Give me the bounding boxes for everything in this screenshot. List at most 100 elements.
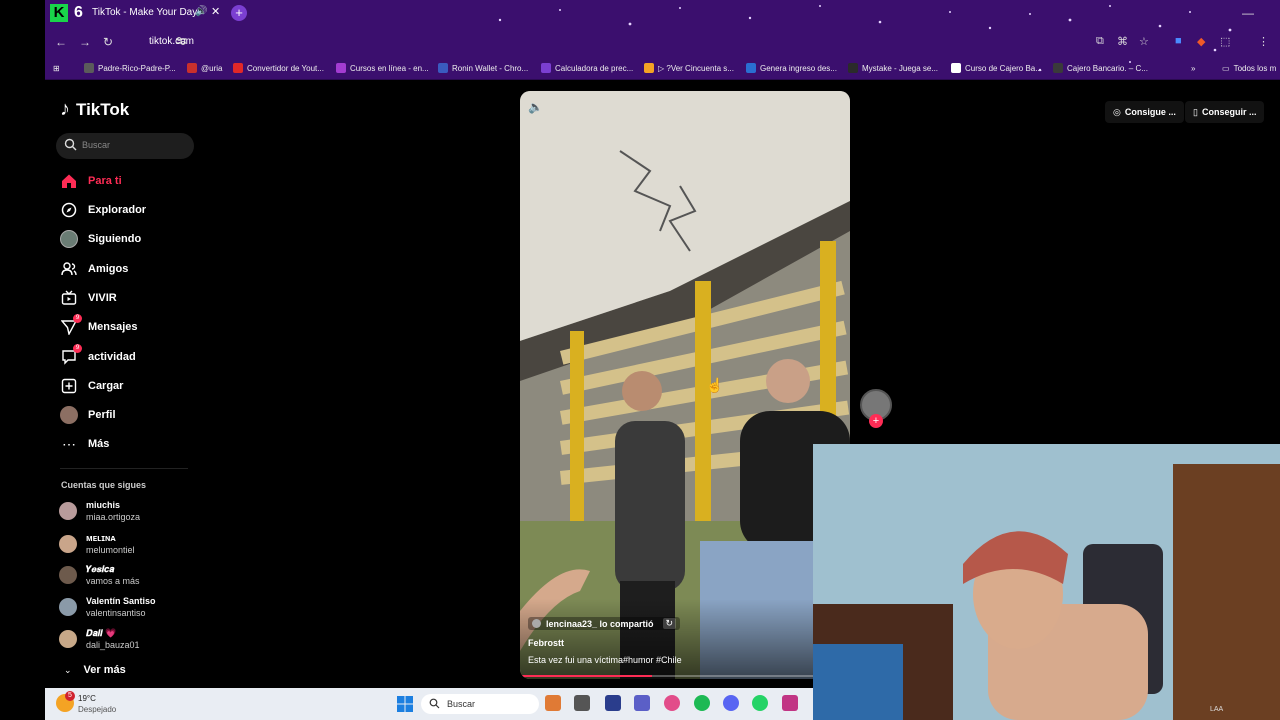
- windows-start-icon[interactable]: [397, 696, 413, 712]
- nav-perfil[interactable]: Perfil: [60, 405, 116, 425]
- bookmark-item[interactable]: Mystake - Juega se...: [848, 61, 938, 75]
- nav-vivir[interactable]: VIVIR: [60, 288, 117, 308]
- send-icon: 9: [60, 314, 82, 336]
- bookmark-favicon-icon: [541, 63, 551, 73]
- avatar: [59, 535, 77, 553]
- account-name: ᴍᴇʟɪɴᴀ: [86, 533, 116, 543]
- video-progress-bar[interactable]: [520, 675, 850, 677]
- volume-icon[interactable]: 🔈: [528, 100, 543, 114]
- instagram-icon[interactable]: [782, 695, 798, 711]
- vscode-icon[interactable]: [605, 695, 621, 711]
- spotify-icon[interactable]: [694, 695, 710, 711]
- kick-tab-icon[interactable]: K: [50, 4, 68, 22]
- notification-badge: 9: [73, 314, 82, 323]
- get-coins-button[interactable]: ◎ Consigue ...: [1105, 101, 1184, 123]
- nav-label: Mensajes: [88, 321, 138, 333]
- nav-cargar[interactable]: Cargar: [60, 376, 123, 396]
- bookmark-label: Cursos en línea - en...: [350, 63, 429, 73]
- nav-explorador[interactable]: Explorador: [60, 200, 146, 220]
- bookmark-favicon-icon: [336, 63, 346, 73]
- get-app-button[interactable]: ▯ Conseguir ...: [1185, 101, 1265, 123]
- search-placeholder: Buscar: [82, 140, 111, 150]
- top-button-label: Conseguir ...: [1201, 107, 1257, 117]
- avatar: [59, 566, 77, 584]
- window-minimize-icon[interactable]: —: [1242, 6, 1254, 20]
- bookmark-item[interactable]: Calculadora de prec...: [541, 61, 633, 75]
- bookmark-star-icon[interactable]: ☆: [1139, 35, 1149, 48]
- hand-cursor-icon: ☝: [706, 377, 724, 393]
- install-app-icon[interactable]: ⧉: [1096, 35, 1104, 48]
- six-tab-icon[interactable]: 6: [74, 4, 88, 22]
- tab-sound-icon[interactable]: 🔊: [195, 6, 207, 17]
- nav-mas[interactable]: ⋯ Más: [60, 434, 109, 454]
- teams-icon[interactable]: [634, 695, 650, 711]
- bookmark-item[interactable]: Curso de Cajero Ba...: [951, 61, 1042, 75]
- tab-tiktok[interactable]: TikTok - Make Your Day 🔊 ✕: [88, 3, 226, 25]
- copilot-icon[interactable]: [664, 695, 680, 711]
- live-tv-icon: [60, 289, 78, 307]
- extensions-puzzle-icon[interactable]: ⬚: [1220, 35, 1230, 48]
- bookmark-item[interactable]: Ronin Wallet - Chro...: [438, 61, 528, 75]
- chevron-down-icon: ⌄: [64, 664, 72, 675]
- whatsapp-icon[interactable]: [752, 695, 768, 711]
- following-avatar-icon: [60, 230, 78, 248]
- bookmark-item[interactable]: Cajero Bancario. – C...: [1053, 61, 1148, 75]
- extension-icon[interactable]: ■: [1175, 35, 1182, 47]
- bookmark-item[interactable]: ▷ ?Ver Cincuenta s...: [644, 61, 734, 75]
- search-input[interactable]: Buscar: [56, 133, 194, 159]
- bookmark-item[interactable]: Cursos en línea - en...: [336, 61, 429, 75]
- bookmark-favicon-icon: [233, 63, 243, 73]
- apps-grid-icon[interactable]: ⊞: [53, 61, 60, 75]
- task-view-icon[interactable]: [574, 695, 590, 711]
- bookmarks-overflow-icon[interactable]: »: [1191, 61, 1195, 75]
- account-username: valentinsantiso: [86, 608, 146, 618]
- bookmark-item[interactable]: Genera ingreso des...: [746, 61, 837, 75]
- account-username: vamos a más: [86, 576, 140, 586]
- follow-plus-icon[interactable]: +: [869, 414, 883, 428]
- bookmark-item[interactable]: Padre-Rico-Padre-P...: [84, 61, 176, 75]
- screen: K 6 TikTok - Make Your Day 🔊 ✕ + — ← → ↻…: [0, 0, 1280, 720]
- extension-icon[interactable]: ◆: [1197, 35, 1205, 48]
- nav-label: Siguiendo: [88, 233, 142, 245]
- friends-icon: [60, 260, 78, 278]
- discord-icon[interactable]: [723, 695, 739, 711]
- nav-mensajes[interactable]: 9 Mensajes: [60, 314, 138, 337]
- repost-tag[interactable]: lencinaa23_ lo compartió ↻: [528, 617, 681, 630]
- profile-avatar-icon: [60, 406, 78, 424]
- compass-icon: [60, 201, 78, 219]
- video-player[interactable]: 🔈 lencinaa23_ lo compartió ↻ Febrostt Es…: [520, 91, 850, 679]
- weather-temp: 19°C: [78, 694, 96, 703]
- account-username: miaa.ortigoza: [86, 512, 141, 522]
- see-more-button[interactable]: ⌄ Ver más: [64, 664, 126, 676]
- avatar: [59, 502, 77, 520]
- language-indicator[interactable]: LAA: [1210, 706, 1223, 713]
- nav-para-ti[interactable]: Para ti: [60, 171, 122, 191]
- video-frame: [520, 91, 850, 679]
- taskbar-search[interactable]: Buscar: [421, 694, 539, 714]
- bookmark-label: Mystake - Juega se...: [862, 63, 939, 73]
- bookmark-item[interactable]: @uria: [187, 61, 222, 75]
- new-tab-button[interactable]: +: [231, 5, 247, 21]
- forward-icon[interactable]: →: [79, 35, 91, 49]
- address-bar[interactable]: tiktok.com: [149, 36, 194, 47]
- translate-icon[interactable]: ⌘: [1117, 35, 1128, 48]
- nav-label: Para ti: [88, 175, 122, 187]
- nav-siguiendo[interactable]: Siguiendo: [60, 229, 141, 249]
- browser-toolbar: ← → ↻: [45, 28, 1280, 56]
- nav-amigos[interactable]: Amigos: [60, 259, 128, 279]
- nav-actividad[interactable]: 9 actividad: [60, 344, 136, 367]
- bookmark-label: ▷ ?Ver Cincuenta s...: [658, 63, 734, 73]
- back-icon[interactable]: ←: [55, 35, 67, 49]
- menu-icon[interactable]: ⋮: [1258, 35, 1269, 48]
- video-author[interactable]: Febrostt: [528, 638, 564, 648]
- all-bookmarks-folder[interactable]: ▭ Todos los m: [1222, 61, 1276, 75]
- nav-label: Explorador: [88, 204, 147, 216]
- repost-icon: ↻: [662, 618, 677, 629]
- phone-icon: ▯: [1193, 106, 1198, 117]
- taskbar-app-icon[interactable]: [545, 695, 561, 711]
- bookmark-item[interactable]: Convertidor de Yout...: [233, 61, 324, 75]
- weather-badge: 5: [65, 691, 75, 701]
- reload-icon[interactable]: ↻: [103, 35, 113, 49]
- tab-close-icon[interactable]: ✕: [211, 5, 220, 18]
- tiktok-logo[interactable]: ♪ TikTok: [60, 98, 129, 121]
